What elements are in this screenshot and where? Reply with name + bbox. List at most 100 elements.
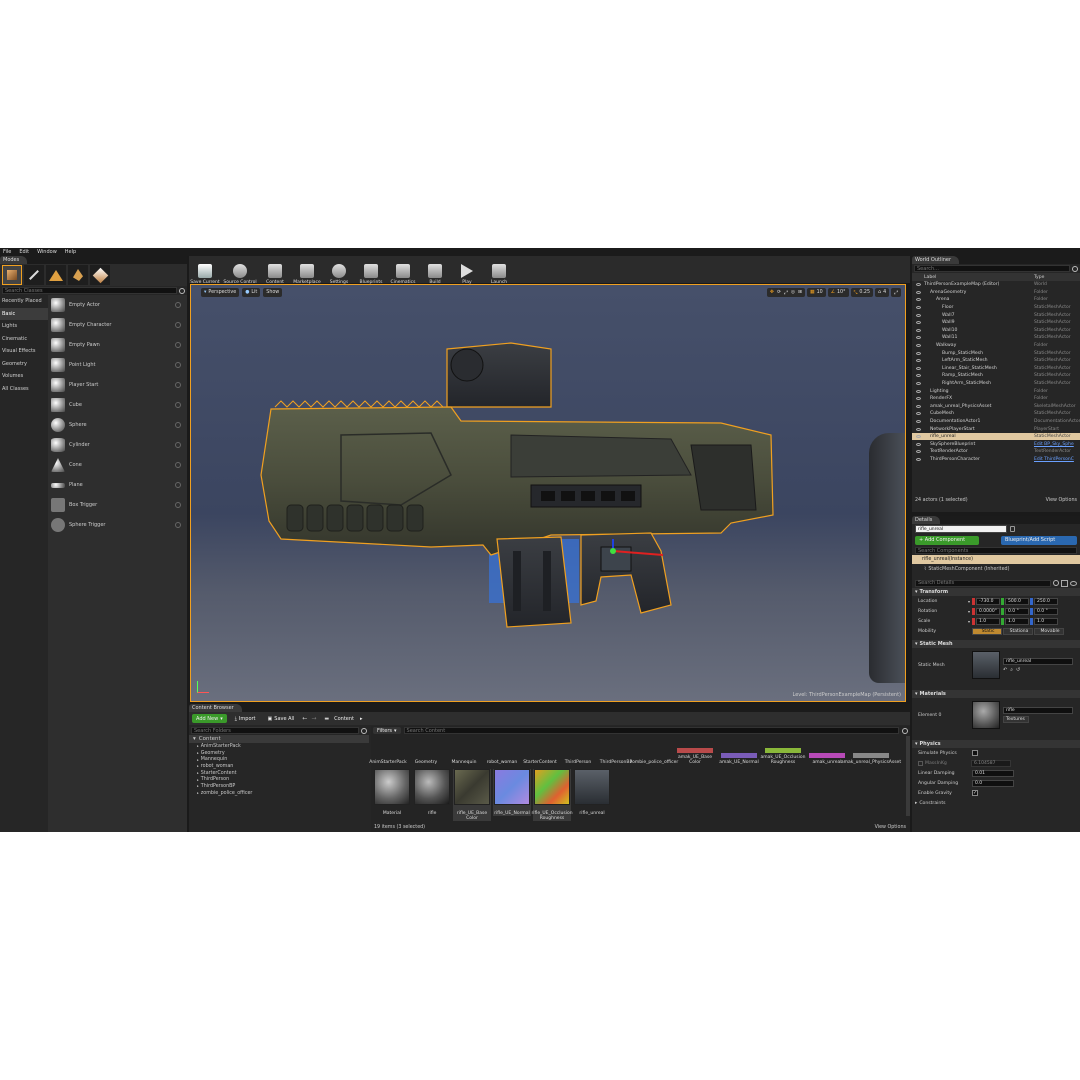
eye-icon[interactable] — [916, 298, 921, 302]
lock-icon[interactable] — [1010, 526, 1015, 532]
rotation-y-input[interactable]: 0.0 ° — [1005, 607, 1029, 615]
outliner-row[interactable]: Wall9 StaticMeshActor — [912, 319, 1080, 327]
browse-icon[interactable]: ⌕ — [1010, 667, 1013, 673]
mobility-stationary-button[interactable]: Stationa — [1003, 627, 1033, 635]
settings-button[interactable]: Settings — [323, 253, 355, 287]
list-item[interactable]: Sphere Trigger — [48, 515, 187, 535]
content-folder[interactable]: StarterContent — [523, 760, 557, 765]
list-item[interactable]: Cylinder — [48, 435, 187, 455]
rotation-x-input[interactable]: 0.0000° — [976, 607, 1000, 615]
search-details-input[interactable]: Search Details — [915, 579, 1051, 587]
mobility-static-button[interactable]: Static — [972, 627, 1002, 635]
eye-icon[interactable] — [916, 313, 921, 317]
category-recently-placed[interactable]: Recently Placed — [0, 295, 48, 308]
list-item[interactable]: Empty Pawn — [48, 335, 187, 355]
scale-snap-button[interactable]: ⤡ 0.25 — [850, 288, 874, 297]
perspective-button[interactable]: ▾ Perspective — [201, 288, 240, 297]
tree-root-content[interactable]: ▾ Content — [189, 735, 369, 743]
breadcrumb[interactable]: ▬ Content ▸ — [320, 714, 366, 723]
eye-icon[interactable] — [916, 321, 921, 325]
category-visual-effects[interactable]: Visual Effects — [0, 345, 48, 358]
outliner-row[interactable]: Linear_Stair_StaticMesh StaticMeshActor — [912, 365, 1080, 373]
details-tab[interactable]: Details — [912, 516, 941, 524]
transform-section[interactable]: ▾ Transform — [912, 588, 1080, 596]
linear-damping-input[interactable]: 0.01 — [972, 769, 1014, 777]
content-folder[interactable]: AnimStarterPack — [369, 760, 407, 765]
eye-icon[interactable] — [916, 457, 921, 461]
outliner-row[interactable]: CubeMesh StaticMeshActor — [912, 410, 1080, 418]
category-geometry[interactable]: Geometry — [0, 358, 48, 371]
eye-icon[interactable] — [916, 306, 921, 310]
content-folder[interactable]: ThirdPersonBP — [600, 760, 632, 765]
blueprints-button[interactable]: Blueprints — [355, 253, 387, 287]
menu-file[interactable]: File — [3, 249, 11, 255]
outliner-row[interactable]: ThirdPersonCharacter Edit ThirdPersonC — [912, 456, 1080, 464]
content-asset[interactable]: rifle_UE_Base Color — [453, 769, 491, 821]
physics-section[interactable]: ▾ Physics — [912, 740, 1080, 748]
tree-item[interactable]: ▸ AnimStarterPack — [189, 743, 369, 750]
list-item[interactable]: Point Light — [48, 355, 187, 375]
lit-button[interactable]: ● Lit — [242, 288, 261, 297]
static-mesh-section[interactable]: ▾ Static Mesh — [912, 640, 1080, 648]
outliner-row[interactable]: TextRenderActor TextRenderActor — [912, 448, 1080, 456]
outliner-row[interactable]: amak_unreal_PhysicsAsset SkeletalMeshActo… — [912, 403, 1080, 411]
material-dropdown[interactable]: rifle — [1003, 707, 1073, 714]
category-all-classes[interactable]: All Classes — [0, 383, 48, 396]
scale-y-input[interactable]: 1.0 — [1005, 617, 1029, 625]
content-asset[interactable]: rifle_UE_Occlusion Roughness — [531, 769, 573, 821]
transform-tools[interactable]: ✥ ⟳ ⤢ ◎ ⊞ — [766, 288, 806, 297]
list-item[interactable]: Empty Actor — [48, 295, 187, 315]
outliner-search-input[interactable]: Search... — [914, 265, 1070, 272]
launch-button[interactable]: Launch — [483, 253, 515, 287]
list-item[interactable]: Sphere — [48, 415, 187, 435]
content-folder[interactable]: zombie_police_officer — [630, 760, 678, 765]
simulate-physics-checkbox[interactable] — [972, 750, 978, 756]
tree-item[interactable]: ▸ Mannequin — [189, 756, 369, 763]
eye-icon[interactable] — [916, 290, 921, 294]
content-folder[interactable]: Mannequin — [449, 760, 479, 765]
content-folder[interactable]: Geometry — [411, 760, 441, 765]
outliner-row[interactable]: Bump_StaticMesh StaticMeshActor — [912, 349, 1080, 357]
content-asset-partial[interactable]: amak_UE_Base Color — [677, 748, 713, 765]
outliner-row-type[interactable]: Edit BP_Sky_Sphe — [1034, 442, 1074, 447]
world-outliner-tab[interactable]: World Outliner — [912, 256, 960, 264]
content-asset-partial[interactable]: amak_unreal_PhysicsAsset — [841, 753, 901, 765]
enable-gravity-checkbox[interactable]: ✓ — [972, 790, 978, 796]
content-asset[interactable]: rifle_UE_Normal — [493, 769, 531, 816]
outliner-row[interactable]: Wall11 StaticMeshActor — [912, 334, 1080, 342]
rotation-z-input[interactable]: 0.0 ° — [1034, 607, 1058, 615]
menu-edit[interactable]: Edit — [19, 249, 29, 255]
content-asset[interactable]: Material — [373, 769, 411, 816]
eye-icon[interactable] — [916, 450, 921, 454]
eye-icon[interactable] — [916, 283, 921, 287]
arrow-left-icon[interactable]: ↶ — [1003, 667, 1007, 673]
save-all-button[interactable]: ▣ Save All — [264, 714, 299, 723]
eye-icon[interactable] — [916, 344, 921, 348]
filters-button[interactable]: Filters ▾ — [373, 727, 401, 734]
outliner-row[interactable]: rifle_unreal StaticMeshActor — [912, 432, 1080, 441]
category-lights[interactable]: Lights — [0, 320, 48, 333]
content-view-options[interactable]: View Options — [875, 825, 906, 830]
instance-row[interactable]: rifle_unreal(Instance) — [912, 555, 1080, 564]
outliner-row[interactable]: SkySphereBlueprint Edit BP_Sky_Sphe — [912, 440, 1080, 448]
eye-icon[interactable] — [1070, 580, 1077, 586]
tree-item[interactable]: ▸ ThirdPerson — [189, 776, 369, 783]
cinematics-button[interactable]: Cinematics — [387, 253, 419, 287]
category-cinematic[interactable]: Cinematic — [0, 333, 48, 346]
forward-arrow-icon[interactable]: → — [311, 715, 316, 722]
level-viewport[interactable]: ▾ Perspective ● Lit Show ✥ ⟳ ⤢ ◎ ⊞ ▦ 10 ∠ 10° ⤡ 0… — [190, 284, 906, 702]
outliner-row[interactable]: NetworkPlayerStart PlayerStart — [912, 425, 1080, 433]
content-asset[interactable]: rifle_unreal — [573, 769, 611, 816]
tree-item[interactable]: ▸ ThirdPersonBP — [189, 783, 369, 790]
outliner-row[interactable]: ArenaGeometry Folder — [912, 289, 1080, 297]
outliner-view-options[interactable]: View Options — [1046, 498, 1077, 503]
outliner-row[interactable]: Walkway Folder — [912, 342, 1080, 350]
eye-icon[interactable] — [916, 389, 921, 393]
show-button[interactable]: Show — [263, 288, 283, 297]
eye-icon[interactable] — [916, 412, 921, 416]
content-scrollbar[interactable] — [906, 736, 910, 816]
constraints-row[interactable]: ▸ Constraints — [912, 798, 1080, 808]
textures-dropdown[interactable]: Textures — [1003, 716, 1029, 723]
mobility-movable-button[interactable]: Movable — [1034, 627, 1064, 635]
location-x-input[interactable]: -730.0 — [976, 597, 1000, 605]
